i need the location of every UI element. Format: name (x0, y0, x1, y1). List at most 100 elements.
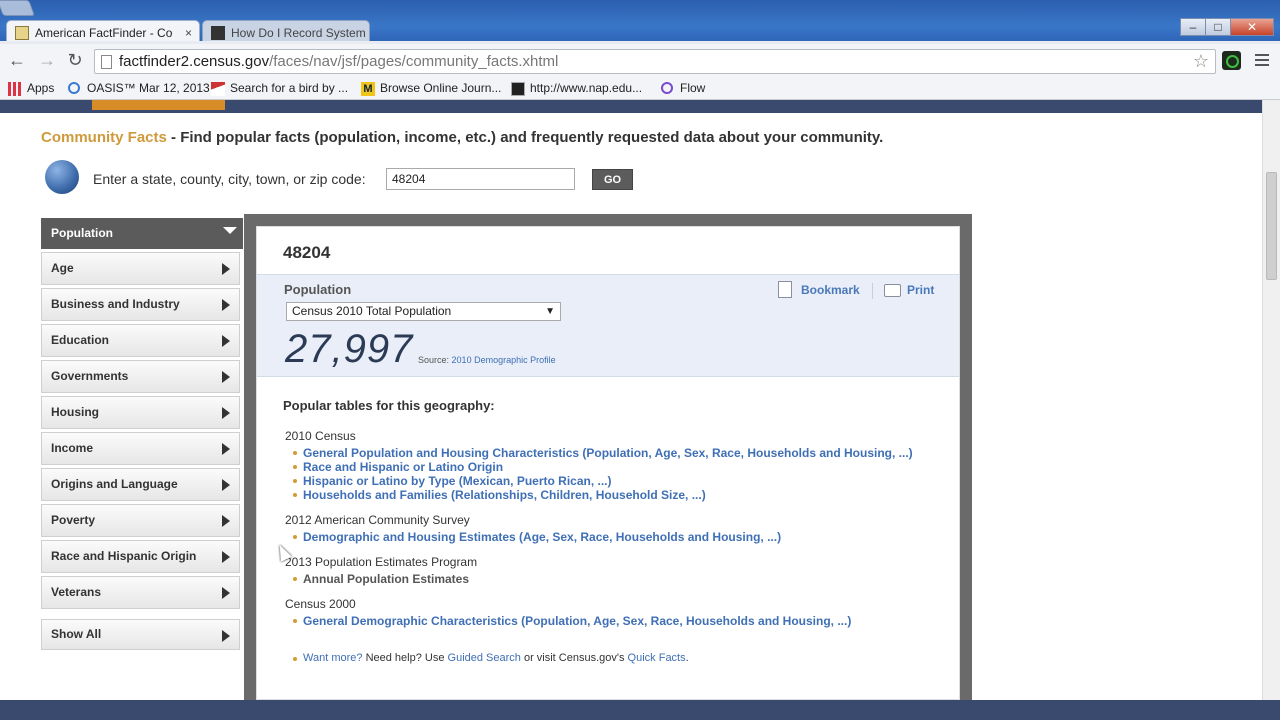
list-item: General Demographic Characteristics (Pop… (293, 614, 851, 628)
table-link[interactable]: Hispanic or Latino by Type (Mexican, Pue… (303, 474, 612, 488)
arrow-right-icon (222, 335, 230, 347)
star-icon[interactable]: ☆ (1193, 51, 1209, 72)
flow-ring-icon (661, 82, 673, 94)
m-logo-icon: M (361, 82, 375, 96)
quick-facts-link[interactable]: Quick Facts (628, 652, 686, 664)
bookmark-flow[interactable]: Flow (661, 81, 705, 95)
arrow-right-icon (222, 479, 230, 491)
arrow-right-icon (222, 630, 230, 642)
bookmark-journals[interactable]: M Browse Online Journ... (361, 81, 501, 96)
community-facts-title: Community Facts (41, 129, 167, 146)
group-title-2013-pep: 2013 Population Estimates Program (285, 555, 478, 569)
back-button[interactable]: ← (6, 50, 28, 71)
guided-search-link[interactable]: Guided Search (448, 652, 521, 664)
sidebar-item-race-and-hispanic-origin[interactable]: Race and Hispanic Origin (41, 540, 240, 573)
page-title-description: - Find popular facts (population, income… (166, 129, 884, 146)
address-bar[interactable]: factfinder2.census.gov/faces/nav/jsf/pag… (94, 49, 1216, 74)
group-title-2012-acs: 2012 American Community Survey (285, 513, 470, 527)
sidebar-item-origins-and-language[interactable]: Origins and Language (41, 468, 240, 501)
browser-toolbar: ← → ↻ factfinder2.census.gov/faces/nav/j… (0, 44, 1280, 78)
sidebar-item-population[interactable]: Population (41, 218, 243, 249)
sidebar-item-age[interactable]: Age (41, 252, 240, 285)
arrow-right-icon (222, 407, 230, 419)
print-link[interactable]: Print (884, 283, 934, 297)
bookmark-bird-search[interactable]: Search for a bird by ... (211, 81, 348, 96)
site-header-strip (0, 100, 1262, 113)
tab-american-factfinder[interactable]: American FactFinder - Co × (6, 20, 200, 44)
arrow-right-icon (222, 371, 230, 383)
source-link[interactable]: 2010 Demographic Profile (452, 355, 556, 365)
maximize-button[interactable]: □ (1205, 18, 1231, 36)
go-button[interactable]: GO (592, 169, 633, 190)
group-title-census-2000: Census 2000 (285, 597, 356, 611)
sidebar-item-governments[interactable]: Governments (41, 360, 240, 393)
scrollbar-thumb[interactable] (1266, 172, 1277, 280)
list-item: Annual Population Estimates (293, 572, 469, 586)
close-tab-icon[interactable]: × (185, 21, 192, 44)
list-2010-census: General Population and Housing Character… (293, 446, 913, 502)
show-all-button[interactable]: Show All (41, 619, 240, 650)
site-nav-active-tab[interactable] (92, 100, 225, 110)
bird-flag-icon (211, 82, 225, 96)
want-more-link[interactable]: Want more? (303, 652, 363, 664)
taskbar-strip (0, 700, 1280, 720)
caret-down-icon (223, 227, 237, 234)
search-label: Enter a state, county, city, town, or zi… (93, 171, 366, 187)
sidebar-item-poverty[interactable]: Poverty (41, 504, 240, 537)
oasis-circle-icon (68, 82, 80, 94)
fact-source: Source: 2010 Demographic Profile (418, 355, 556, 365)
sidebar-item-housing[interactable]: Housing (41, 396, 240, 429)
list-2012-acs: Demographic and Housing Estimates (Age, … (293, 530, 781, 544)
popular-tables-heading: Popular tables for this geography: (283, 398, 495, 413)
x-favicon-icon (211, 26, 225, 40)
table-link[interactable]: Demographic and Housing Estimates (Age, … (303, 530, 781, 544)
sidebar-item-veterans[interactable]: Veterans (41, 576, 240, 609)
sidebar-item-income[interactable]: Income (41, 432, 240, 465)
sidebar-item-business-and-industry[interactable]: Business and Industry (41, 288, 240, 321)
fact-value: 27,997 (285, 327, 414, 371)
close-window-button[interactable]: ✕ (1230, 18, 1274, 36)
bookmark-apps[interactable]: Apps (8, 81, 54, 96)
menu-icon[interactable] (1255, 54, 1269, 69)
list-census-2000: General Demographic Characteristics (Pop… (293, 614, 851, 628)
divider (872, 283, 873, 299)
tab-how-do-i-record[interactable]: How Do I Record System (202, 20, 370, 44)
page-icon (101, 55, 112, 69)
page-scrollbar[interactable] (1262, 100, 1280, 700)
geography-search-input[interactable] (386, 168, 575, 190)
arrow-right-icon (222, 299, 230, 311)
nap-book-icon (511, 82, 525, 96)
extension-icon[interactable] (1222, 51, 1241, 70)
window-controls: – □ ✕ (1180, 18, 1274, 36)
fact-select-dropdown[interactable]: Census 2010 Total Population ▼ (286, 302, 561, 321)
table-link[interactable]: General Demographic Characteristics (Pop… (303, 614, 851, 628)
list-item: Race and Hispanic or Latino Origin (293, 460, 913, 474)
bookmarks-bar: Apps OASIS™ Mar 12, 2013 Search for a bi… (0, 78, 1280, 100)
printer-icon (884, 284, 901, 297)
reload-button[interactable]: ↻ (64, 50, 86, 71)
table-link[interactable]: General Population and Housing Character… (303, 446, 913, 460)
bookmark-oasis[interactable]: OASIS™ Mar 12, 2013 (68, 81, 210, 95)
bookmark-link[interactable]: Bookmark (778, 281, 860, 298)
table-link[interactable]: Households and Families (Relationships, … (303, 488, 706, 502)
community-facts-page: Community Facts - Find popular facts (po… (0, 113, 1262, 700)
group-title-2010-census: 2010 Census (285, 429, 356, 443)
browser-titlebar: American FactFinder - Co × How Do I Reco… (0, 0, 1280, 44)
new-tab-button[interactable] (0, 0, 35, 16)
bookmark-nap[interactable]: http://www.nap.edu... (511, 81, 642, 96)
bookmark-icon (778, 281, 792, 298)
url-text[interactable]: factfinder2.census.gov/faces/nav/jsf/pag… (119, 53, 558, 70)
tab-label: How Do I Record System (231, 26, 366, 40)
arrow-right-icon (222, 443, 230, 455)
list-2013-pep: Annual Population Estimates (293, 572, 469, 586)
help-footer: Want more? Need help? Use Guided Search … (293, 652, 689, 664)
page-title: Community Facts - Find popular facts (po… (41, 129, 883, 146)
factfinder-favicon-icon (15, 26, 29, 40)
sidebar-item-education[interactable]: Education (41, 324, 240, 357)
list-item: Demographic and Housing Estimates (Age, … (293, 530, 781, 544)
results-panel: 48204 Population Census 2010 Total Popul… (256, 226, 960, 700)
table-link[interactable]: Race and Hispanic or Latino Origin (303, 460, 503, 474)
minimize-button[interactable]: – (1180, 18, 1206, 36)
forward-button[interactable]: → (36, 50, 58, 71)
fact-label: Population (284, 282, 352, 297)
